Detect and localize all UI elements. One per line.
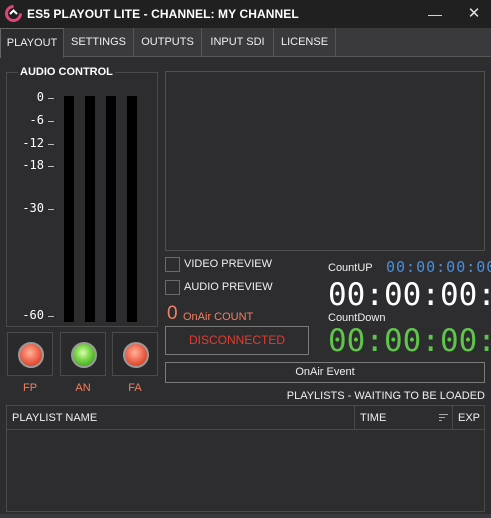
video-preview-checkbox[interactable] bbox=[165, 256, 180, 272]
tab-input-sdi[interactable]: INPUT SDI bbox=[202, 28, 274, 57]
onair-count-label: OnAir COUNT bbox=[183, 311, 254, 323]
db-tick bbox=[48, 98, 54, 99]
video-preview-label: VIDEO PREVIEW bbox=[184, 258, 273, 270]
led-an-box bbox=[60, 332, 106, 376]
db-scale-label: 0 bbox=[36, 90, 44, 104]
app-logo-icon bbox=[5, 5, 22, 22]
db-scale-label: -6 bbox=[29, 113, 44, 127]
db-scale-label: -12 bbox=[22, 136, 44, 150]
tab-outputs[interactable]: OUTPUTS bbox=[134, 28, 202, 57]
led-an-indicator bbox=[71, 342, 97, 368]
onair-event-button[interactable]: OnAir Event bbox=[165, 362, 485, 383]
column-header-exp[interactable]: EXP bbox=[453, 406, 484, 430]
audio-meter-bar bbox=[127, 96, 137, 322]
led-fa-indicator bbox=[123, 342, 149, 368]
audio-preview-label: AUDIO PREVIEW bbox=[184, 281, 273, 293]
led-fp-box bbox=[7, 332, 53, 376]
led-fp-label: FP bbox=[22, 382, 38, 394]
tab-license[interactable]: LICENSE bbox=[274, 28, 336, 57]
db-scale-label: -18 bbox=[22, 158, 44, 172]
title-bar: ES5 PLAYOUT LITE - CHANNEL: MY CHANNEL —… bbox=[0, 0, 491, 28]
video-preview-checkbox-row[interactable]: VIDEO PREVIEW bbox=[165, 256, 272, 272]
led-an-label: AN bbox=[75, 382, 91, 394]
db-tick bbox=[48, 316, 54, 317]
audio-preview-checkbox[interactable] bbox=[165, 279, 180, 295]
db-tick bbox=[48, 121, 54, 122]
minimize-button[interactable]: — bbox=[425, 4, 445, 24]
audio-control-title: AUDIO CONTROL bbox=[18, 66, 115, 78]
count-up-label: CountUP bbox=[328, 262, 373, 274]
audio-meter-bar bbox=[64, 96, 74, 322]
status-strip bbox=[0, 514, 491, 518]
playlist-table-header: PLAYLIST NAME TIME EXP bbox=[7, 406, 484, 430]
tab-playout[interactable]: PLAYOUT bbox=[0, 28, 64, 58]
connection-status: DISCONNECTED bbox=[165, 326, 309, 355]
count-up-display: 00:00:00:00 bbox=[328, 277, 491, 313]
led-fp-indicator bbox=[18, 342, 44, 368]
db-tick bbox=[48, 209, 54, 210]
window-title: ES5 PLAYOUT LITE - CHANNEL: MY CHANNEL bbox=[27, 7, 299, 21]
led-fa-label: FA bbox=[128, 382, 142, 394]
db-scale-label: -30 bbox=[22, 201, 44, 215]
sort-icon[interactable] bbox=[439, 414, 448, 422]
db-scale-label: -60 bbox=[22, 308, 44, 322]
column-header-playlist-name[interactable]: PLAYLIST NAME bbox=[7, 406, 355, 430]
led-fa-box bbox=[112, 332, 158, 376]
audio-meter-bar bbox=[85, 96, 95, 322]
audio-meter-bar bbox=[106, 96, 116, 322]
count-down-display: 00:00:00:00 bbox=[328, 323, 491, 359]
tab-bar: PLAYOUT SETTINGS OUTPUTS INPUT SDI LICEN… bbox=[0, 28, 491, 58]
audio-preview-checkbox-row[interactable]: AUDIO PREVIEW bbox=[165, 279, 273, 295]
close-button[interactable]: ✕ bbox=[464, 4, 484, 24]
video-preview-area bbox=[165, 71, 485, 251]
playlist-table: PLAYLIST NAME TIME EXP bbox=[6, 405, 485, 512]
count-up-small-display: 00:00:00:00 bbox=[386, 258, 491, 276]
tab-settings[interactable]: SETTINGS bbox=[64, 28, 134, 57]
db-tick bbox=[48, 144, 54, 145]
db-tick bbox=[48, 166, 54, 167]
playlists-status: PLAYLISTS - WAITING TO BE LOADED bbox=[286, 390, 485, 402]
onair-count-value: 0 bbox=[167, 303, 178, 324]
